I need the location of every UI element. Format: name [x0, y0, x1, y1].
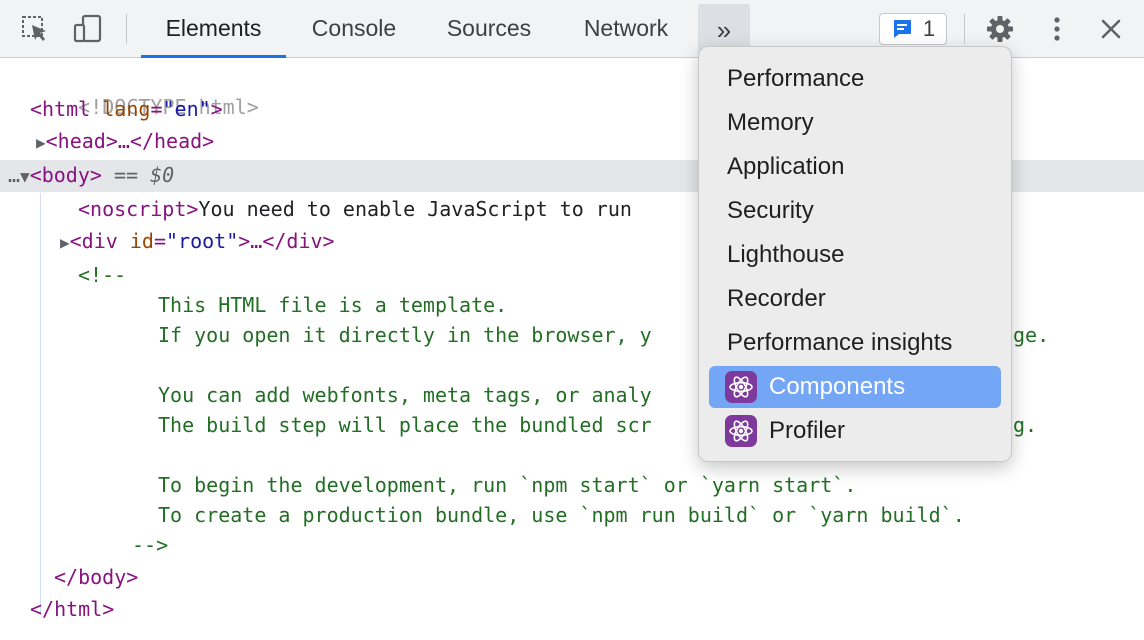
comment-line-tail: ge. — [1013, 323, 1050, 347]
expand-triangle-icon[interactable]: ▶ — [36, 133, 46, 152]
more-tabs-menu: Performance Memory Application Security … — [698, 46, 1012, 462]
dom-body-node[interactable]: …▼<body> == $0 — [8, 160, 174, 190]
issues-count: 1 — [922, 16, 936, 41]
menu-item-lighthouse[interactable]: Lighthouse — [709, 234, 1001, 276]
dom-head-node[interactable]: ▶<head>…</head> — [36, 126, 214, 156]
collapse-triangle-icon[interactable]: ▼ — [20, 167, 30, 186]
dom-html-close[interactable]: </html> — [30, 594, 114, 624]
menu-item-performance-insights[interactable]: Performance insights — [709, 322, 1001, 364]
indent-guide — [40, 193, 41, 613]
tab-network[interactable]: Network — [565, 0, 687, 57]
react-atom-icon — [725, 415, 757, 447]
comment-line: You can add webfonts, meta tags, or anal… — [158, 383, 652, 407]
toolbar-divider — [126, 14, 127, 44]
menu-item-application[interactable]: Application — [709, 146, 1001, 188]
issues-counter-button[interactable]: 1 — [879, 13, 947, 45]
dom-comment-close: --> — [132, 533, 169, 557]
comment-line: To create a production bundle, use `npm … — [158, 503, 965, 527]
comment-line: If you open it directly in the browser, … — [158, 323, 652, 347]
dom-html-open[interactable]: <html lang="en"> — [30, 94, 223, 124]
comment-line: This HTML file is a template. — [158, 293, 508, 317]
menu-item-performance[interactable]: Performance — [709, 58, 1001, 100]
comment-line-tail: g. — [1013, 413, 1038, 437]
tab-sources[interactable]: Sources — [425, 0, 553, 57]
settings-gear-icon[interactable] — [983, 12, 1017, 46]
dom-body-close[interactable]: </body> — [54, 562, 138, 592]
dom-noscript-node[interactable]: <noscript>You need to enable JavaScript … — [78, 194, 632, 224]
dom-div-root-node[interactable]: ▶<div id="root">…</div> — [60, 226, 335, 256]
menu-item-profiler[interactable]: Profiler — [709, 410, 1001, 452]
tab-console[interactable]: Console — [290, 0, 418, 57]
dom-doctype[interactable]: <!DOCTYPE html> — [30, 62, 259, 119]
toolbar-divider — [964, 14, 965, 44]
comment-line: To begin the development, run `npm start… — [158, 473, 857, 497]
menu-item-memory[interactable]: Memory — [709, 102, 1001, 144]
react-atom-icon — [725, 371, 757, 403]
tab-elements[interactable]: Elements — [141, 0, 286, 58]
chevron-double-right-icon: » — [716, 14, 732, 45]
menu-item-recorder[interactable]: Recorder — [709, 278, 1001, 320]
ellipsis-icon[interactable]: … — [8, 163, 20, 187]
comment-line: The build step will place the bundled sc… — [158, 413, 652, 437]
inspect-element-icon[interactable] — [18, 12, 52, 46]
menu-item-security[interactable]: Security — [709, 190, 1001, 232]
close-icon[interactable] — [1094, 12, 1128, 46]
expand-triangle-icon[interactable]: ▶ — [60, 233, 70, 252]
more-options-icon[interactable] — [1040, 12, 1074, 46]
menu-item-components[interactable]: Components — [709, 366, 1001, 408]
device-toolbar-icon[interactable] — [71, 12, 105, 46]
message-icon — [891, 18, 913, 40]
dom-comment-open[interactable]: <!-- — [78, 260, 126, 290]
